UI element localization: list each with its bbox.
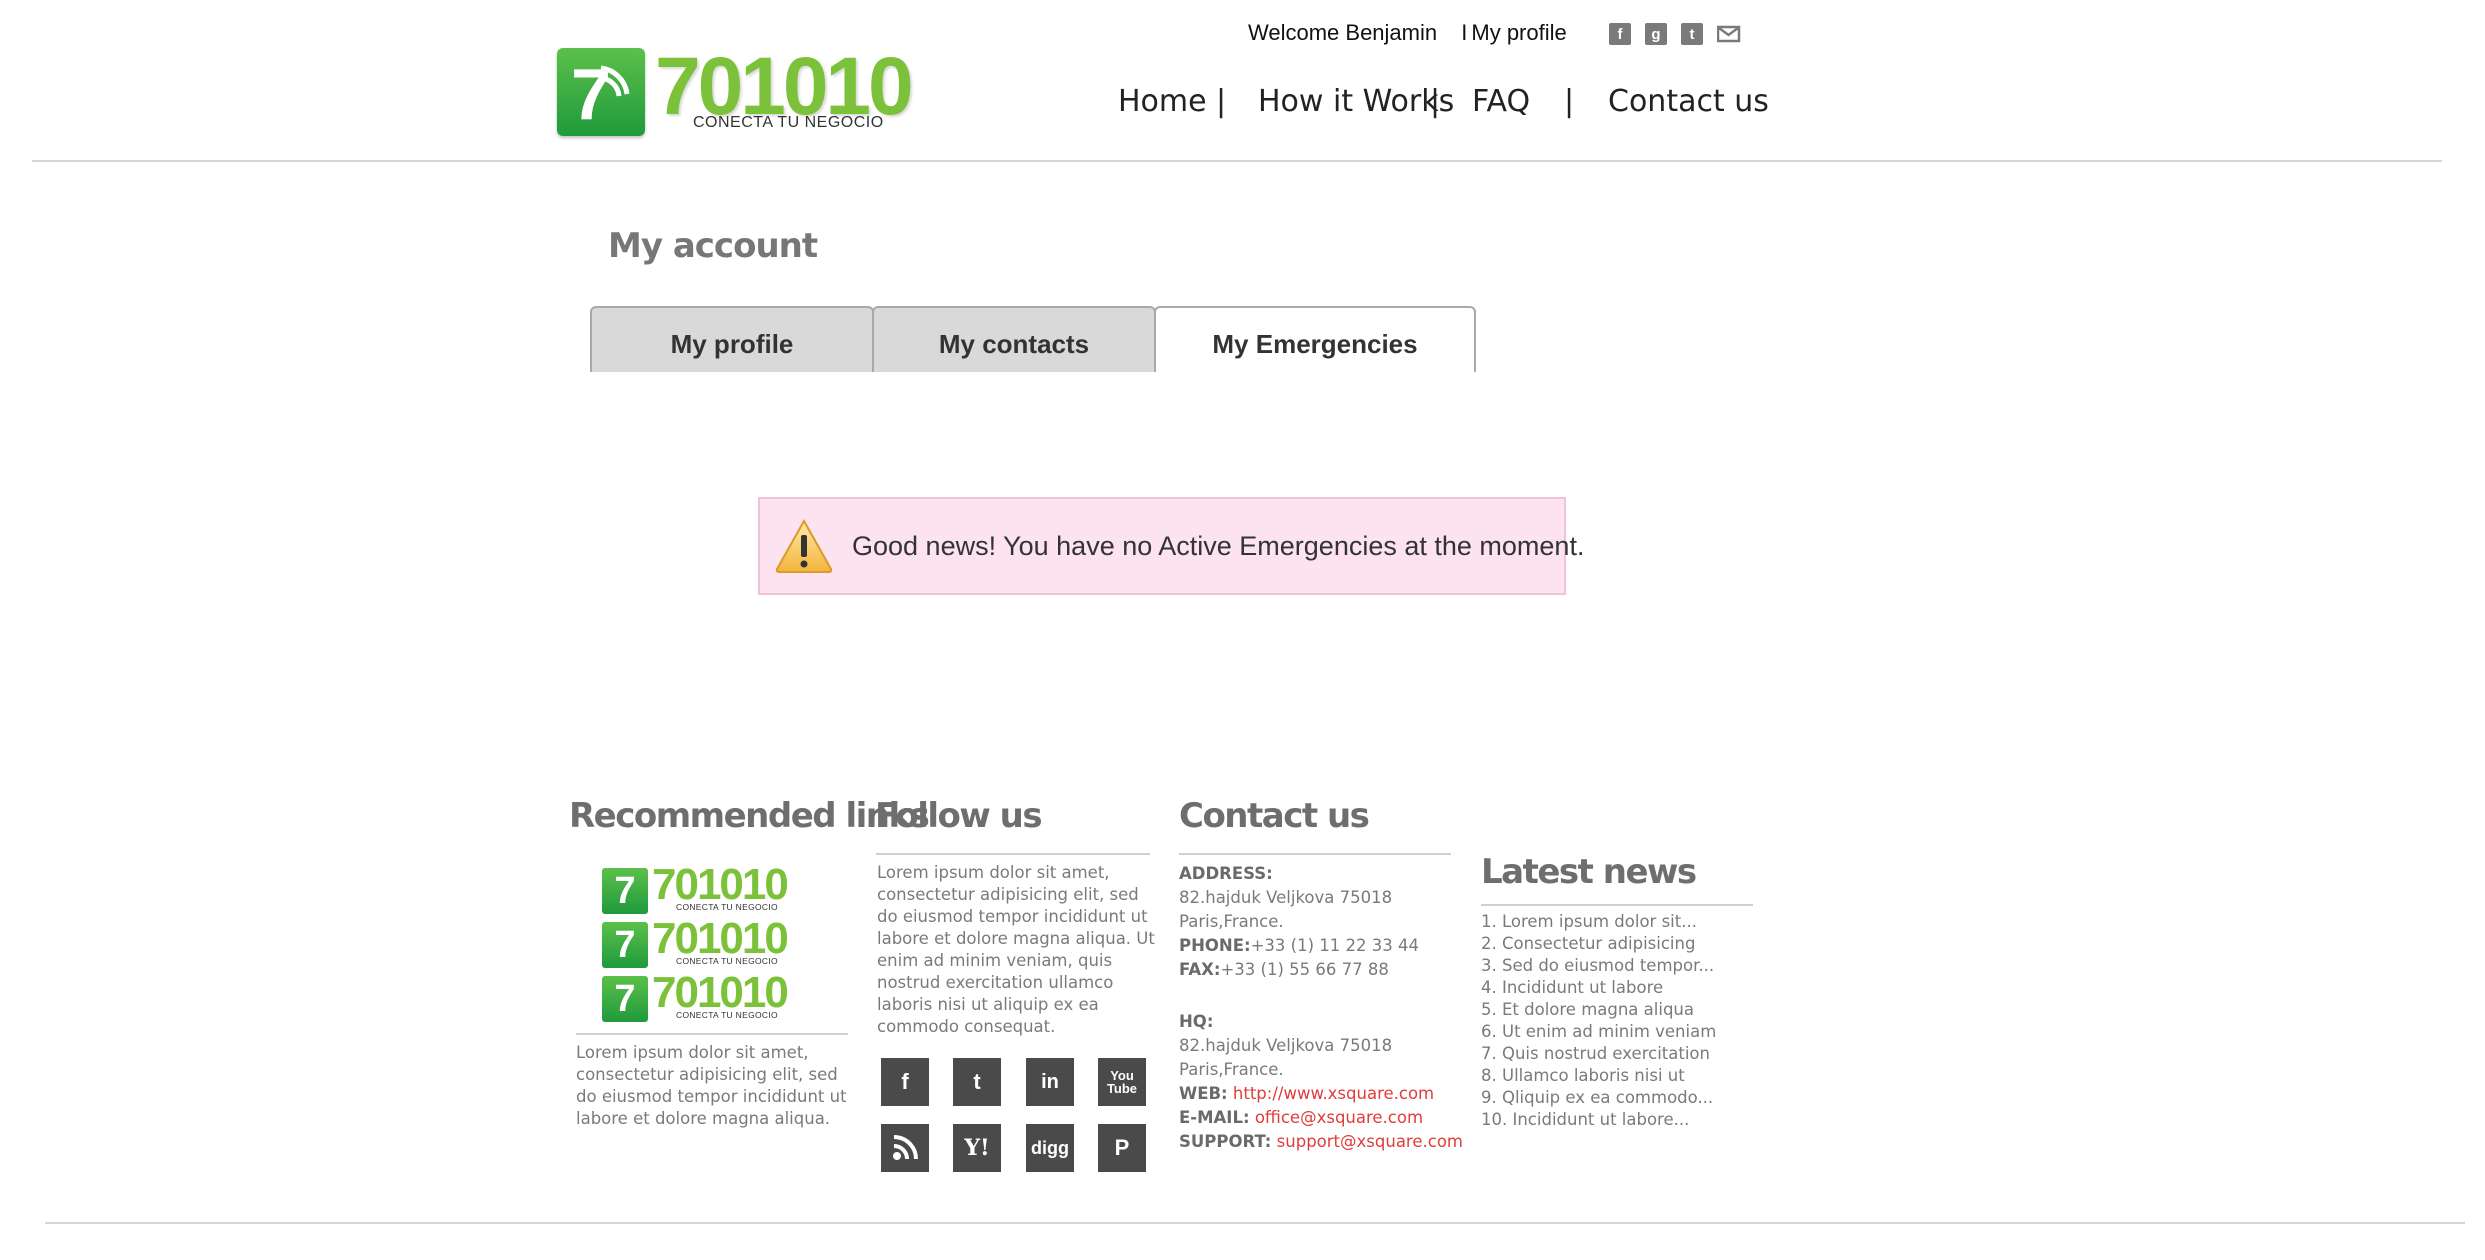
recommended-divider — [576, 1033, 848, 1035]
email-link[interactable]: office@xsquare.com — [1255, 1108, 1423, 1127]
address-line2: Paris,France. — [1179, 912, 1284, 931]
news-item[interactable]: 9. Qliquip ex ea commodo... — [1481, 1087, 1716, 1109]
news-item[interactable]: 4. Incididunt ut labore — [1481, 977, 1716, 999]
site-logo[interactable]: 7 701010 CONECTA TU NEGOCIO — [557, 41, 914, 136]
logo-tagline: CONECTA TU NEGOCIO — [693, 114, 884, 131]
fax-label: FAX: — [1179, 960, 1221, 979]
logo-badge: 7 — [602, 922, 648, 968]
recommended-link-logo[interactable]: 7 701010 CONECTA TU NEGOCIO — [602, 860, 792, 914]
tab-my-profile[interactable]: My profile — [590, 306, 874, 372]
facebook-icon[interactable]: f — [881, 1058, 929, 1106]
topbar-separator: I — [1461, 20, 1468, 45]
follow-us-divider — [876, 853, 1150, 855]
logo-badge: 7 — [602, 976, 648, 1022]
warning-icon — [774, 517, 834, 575]
tab-my-contacts[interactable]: My contacts — [872, 306, 1156, 372]
facebook-icon[interactable]: f — [1609, 23, 1631, 45]
hq-line2: Paris,France. — [1179, 1060, 1284, 1079]
pinterest-icon[interactable]: P — [1098, 1124, 1146, 1172]
email-label: E-MAIL: — [1179, 1108, 1250, 1127]
tab-my-emergencies[interactable]: My Emergencies — [1154, 306, 1476, 372]
nav-how-it-works[interactable]: How it Works — [1258, 84, 1454, 119]
user-bar: Welcome Benjamin I My profile — [1248, 20, 1571, 46]
welcome-text: Welcome Benjamin — [1248, 20, 1438, 45]
news-item[interactable]: 5. Et dolore magna aliqua — [1481, 999, 1716, 1021]
recommended-text: Lorem ipsum dolor sit amet, consectetur … — [576, 1043, 847, 1128]
follow-us-title: Follow us — [875, 796, 1043, 836]
my-profile-link[interactable]: My profile — [1471, 20, 1566, 45]
nav-separator: | — [1564, 84, 1575, 119]
nav-separator: | — [1430, 84, 1441, 119]
news-item[interactable]: 2. Consectetur adipisicing — [1481, 933, 1716, 955]
latest-news-title: Latest news — [1481, 852, 1697, 892]
contact-details: ADDRESS: 82.hajduk Veljkova 75018 Paris,… — [1179, 862, 1463, 1154]
nav-home[interactable]: Home — [1118, 84, 1207, 119]
recommended-link-logo[interactable]: 7 701010 CONECTA TU NEGOCIO — [602, 968, 792, 1022]
nav-contact-us[interactable]: Contact us — [1608, 84, 1769, 119]
nav-faq[interactable]: FAQ — [1472, 84, 1530, 119]
linkedin-icon[interactable]: in — [1026, 1058, 1074, 1106]
logo-tagline: CONECTA TU NEGOCIO — [676, 1010, 778, 1020]
rss-glyph — [893, 1135, 918, 1160]
twitter-icon[interactable]: t — [1681, 23, 1703, 45]
nav-separator: | — [1216, 84, 1227, 119]
yahoo-icon[interactable]: Y! — [953, 1124, 1001, 1172]
hq-label: HQ: — [1179, 1012, 1214, 1031]
news-item[interactable]: 6. Ut enim ad minim veniam — [1481, 1021, 1716, 1043]
emergency-status-alert: Good news! You have no Active Emergencie… — [758, 497, 1584, 595]
logo-tagline: CONECTA TU NEGOCIO — [676, 902, 778, 912]
logo-badge: 7 — [557, 48, 645, 136]
news-item[interactable]: 3. Sed do eiusmod tempor... — [1481, 955, 1716, 977]
youtube-icon[interactable]: You Tube — [1098, 1058, 1146, 1106]
logo-tagline: CONECTA TU NEGOCIO — [676, 956, 778, 966]
contact-us-title: Contact us — [1179, 796, 1370, 836]
google-plus-icon[interactable]: g — [1645, 23, 1667, 45]
support-label: SUPPORT: — [1179, 1132, 1272, 1151]
follow-us-text: Lorem ipsum dolor sit amet, consectetur … — [877, 863, 1155, 1036]
address-label: ADDRESS: — [1179, 864, 1273, 883]
latest-news-divider — [1481, 904, 1753, 906]
header-divider — [32, 160, 2442, 162]
twitter-icon[interactable]: t — [953, 1058, 1001, 1106]
mail-icon[interactable] — [1716, 23, 1741, 45]
logo-badge: 7 — [602, 868, 648, 914]
news-item[interactable]: 10. Incididunt ut labore... — [1481, 1109, 1716, 1131]
news-item[interactable]: 7. Quis nostrud exercitation — [1481, 1043, 1716, 1065]
hq-line1: 82.hajduk Veljkova 75018 — [1179, 1036, 1393, 1055]
web-label: WEB: — [1179, 1084, 1228, 1103]
footer-divider — [45, 1222, 2465, 1224]
fax-value: +33 (1) 55 66 77 88 — [1220, 960, 1389, 979]
news-item[interactable]: 8. Ullamco laboris nisi ut — [1481, 1065, 1716, 1087]
page-title: My account — [608, 226, 818, 266]
latest-news-list: 1. Lorem ipsum dolor sit... 2. Consectet… — [1481, 911, 1716, 1131]
alert-message: Good news! You have no Active Emergencie… — [852, 531, 1585, 561]
web-link[interactable]: http://www.xsquare.com — [1233, 1084, 1434, 1103]
news-item[interactable]: 1. Lorem ipsum dolor sit... — [1481, 911, 1716, 933]
recommended-link-logo[interactable]: 7 701010 CONECTA TU NEGOCIO — [602, 914, 792, 968]
support-link[interactable]: support@xsquare.com — [1277, 1132, 1463, 1151]
address-line1: 82.hajduk Veljkova 75018 — [1179, 888, 1393, 907]
rss-icon[interactable] — [881, 1124, 929, 1172]
phone-value: +33 (1) 11 22 33 44 — [1250, 936, 1420, 955]
contact-divider — [1179, 853, 1451, 855]
logo-digit: 7 — [571, 55, 612, 135]
phone-label: PHONE: — [1179, 936, 1251, 955]
digg-icon[interactable]: digg — [1026, 1124, 1074, 1172]
